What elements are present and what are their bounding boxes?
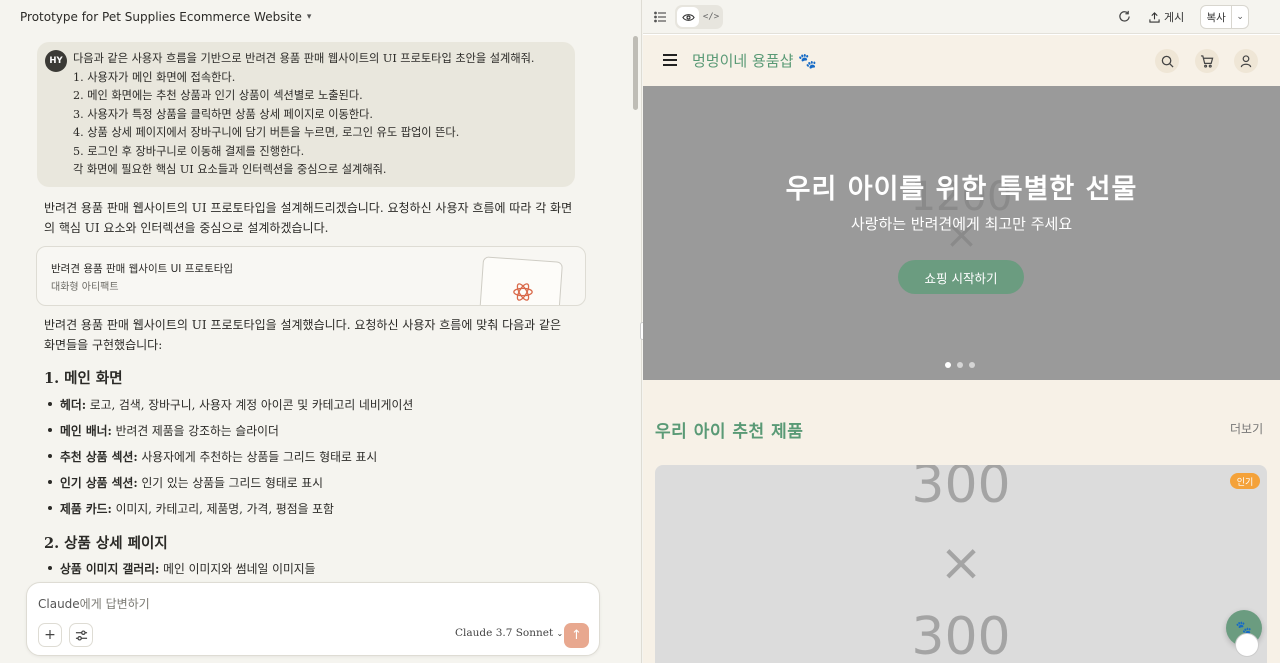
image-placeholder-text: 300 [911,607,1011,663]
prompt-line: 2. 메인 화면에는 추천 상품과 인기 상품이 섹션별로 노출된다. [73,89,363,102]
upload-icon [1149,11,1160,23]
scrollbar-thumb[interactable] [633,36,638,110]
section-heading: 1. 메인 화면 [44,370,123,387]
code-icon: </> [702,12,720,22]
avatar: HY [45,50,67,72]
view-toggle: </> [675,5,723,29]
prompt-line: 1. 사용자가 메인 화면에 접속한다. [73,70,236,84]
conversation-title: Prototype for Pet Supplies Ecommerce Web… [20,10,302,24]
list-item: 상품 이미지 갤러리: 메인 이미지와 썸네일 이미지들 [48,560,316,577]
atom-icon [513,283,533,301]
menu-icon[interactable] [663,54,677,66]
slider-dot[interactable] [945,362,951,368]
artifact-toolbar: </> 게시 복사 ⌄ [643,0,1280,34]
list-item: 제품 카드: 이미지, 카테고리, 제품명, 가격, 평점을 포함 [48,500,334,517]
reply-input[interactable]: Claude에게 답변하기 + Claude 3.7 Sonnet ⌄ ↑ [26,582,600,656]
cart-icon [1200,54,1214,68]
add-attachment-button[interactable]: + [38,623,62,647]
user-message: HY 다음과 같은 사용자 흐름을 기반으로 반려견 용품 판매 웹사이트의 U… [37,42,575,187]
prompt-line: 3. 사용자가 특정 상품을 클릭하면 상품 상세 페이지로 이동한다. [73,107,373,121]
recommended-section: 우리 아이 추천 제품 더보기 300 × 300 인기 [643,380,1280,663]
hero-title: 우리 아이를 위한 특별한 선물 [785,174,1138,205]
slider-dot[interactable] [969,362,975,368]
copy-button-group: 복사 ⌄ [1200,5,1249,29]
tools-button[interactable] [69,623,93,647]
code-toggle[interactable]: </> [701,7,721,27]
list-item: 헤더: 로고, 검색, 장바구니, 사용자 계정 아이콘 및 카테고리 네비게이… [48,396,413,413]
scroll-indicator[interactable] [1235,633,1259,657]
prompt-line: 4. 상품 상세 페이지에서 장바구니에 담기 버튼을 누르면, 로그인 유도 … [73,126,460,139]
message-list[interactable]: HY 다음과 같은 사용자 흐름을 기반으로 반려견 용품 판매 웹사이트의 U… [0,34,630,594]
reply-placeholder: Claude에게 답변하기 [38,597,150,611]
conversation-title-button[interactable]: Prototype for Pet Supplies Ecommerce Web… [0,0,641,34]
popular-badge: 인기 [1230,473,1260,489]
section-heading: 2. 상품 상세 페이지 [44,535,168,552]
chat-scrollbar[interactable] [632,34,640,663]
copy-options-button[interactable]: ⌄ [1232,6,1248,28]
eye-icon [681,13,695,21]
hero-subtitle: 사랑하는 반려견에게 최고만 주세요 [850,215,1073,233]
publish-button[interactable]: 게시 [1149,9,1184,25]
hero-banner[interactable]: 1200 × 우리 아이를 위한 특별한 선물 사랑하는 반려견에게 최고만 주… [643,86,1280,380]
cart-button[interactable] [1195,49,1219,73]
sliders-icon [75,629,87,641]
list-item: 인기 상품 섹션: 인기 있는 상품들 그리드 형태로 표시 [48,474,323,491]
list-item: 추천 상품 섹션: 사용자에게 추천하는 상품들 그리드 형태로 표시 [48,448,377,465]
assistant-summary: 반려견 용품 판매 웹사이트의 UI 프로토타입을 설계했습니다. 요청하신 사… [44,318,562,352]
assistant-intro: 반려견 용품 판매 웹사이트의 UI 프로토타입을 설계해드리겠습니다. 요청하… [44,201,573,235]
list-item: 메인 배너: 반려견 제품을 강조하는 슬라이더 [48,422,279,439]
chevron-down-icon: ⌄ [556,629,564,638]
copy-button[interactable]: 복사 [1201,6,1233,28]
image-placeholder-text: × [939,533,983,593]
prompt-line: 각 화면에 필요한 핵심 UI 요소들과 인터렉션을 중심으로 설계해줘. [73,163,387,176]
model-selector[interactable]: Claude 3.7 Sonnet ⌄ [455,627,563,639]
artifact-subtitle: 대화형 아티팩트 [51,282,119,293]
prompt-line: 5. 로그인 후 장바구니로 이동해 결제를 진행한다. [73,144,305,158]
section-title: 우리 아이 추천 제품 [655,422,804,442]
list-icon[interactable] [654,11,667,23]
chevron-down-icon: ▾ [306,12,312,22]
refresh-icon[interactable] [1118,10,1131,23]
prompt-line: 다음과 같은 사용자 흐름을 기반으로 반려견 용품 판매 웹사이트의 UI 프… [73,52,535,65]
slider-dots [945,362,981,368]
chat-pane: Prototype for Pet Supplies Ecommerce Web… [0,0,642,663]
send-button[interactable]: ↑ [564,623,589,648]
search-icon [1161,55,1174,68]
preview-toggle[interactable] [677,7,699,27]
product-card[interactable]: 300 × 300 인기 [655,465,1267,663]
user-icon [1240,54,1252,67]
site-logo[interactable]: 멍멍이네 용품샵 🐾 [692,50,817,71]
plus-icon: + [44,627,56,643]
arrow-up-icon: ↑ [571,628,582,643]
artifact-card[interactable]: 반려견 용품 판매 웹사이트 UI 프로토타입 대화형 아티팩트 [36,246,586,306]
search-button[interactable] [1155,49,1179,73]
image-placeholder-text: 300 [911,465,1011,515]
chevron-down-icon: ⌄ [1236,12,1244,22]
artifact-title: 반려견 용품 판매 웹사이트 UI 프로토타입 [51,263,234,275]
slider-dot[interactable] [957,362,963,368]
account-button[interactable] [1234,49,1258,73]
artifact-preview-pane: </> 게시 복사 ⌄ 멍멍이네 용품샵 🐾 1200 × 우리 아이를 위한 … [643,0,1280,663]
shop-now-button[interactable]: 쇼핑 시작하기 [898,260,1024,294]
site-header: 멍멍이네 용품샵 🐾 [643,35,1280,86]
see-more-link[interactable]: 더보기 [1230,420,1263,437]
